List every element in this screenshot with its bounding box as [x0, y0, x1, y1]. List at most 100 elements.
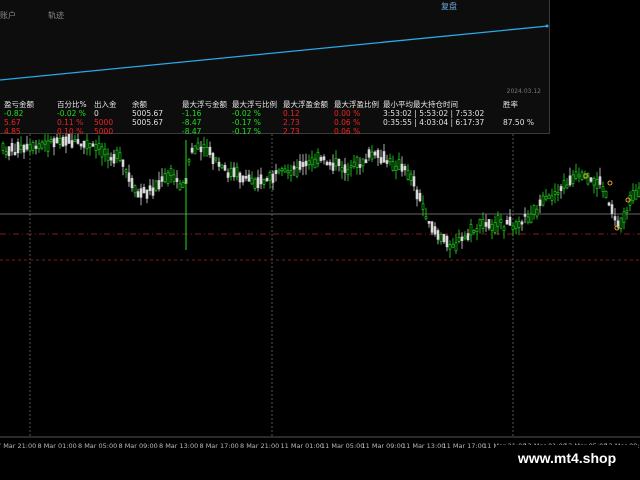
candle-bear — [136, 191, 140, 198]
candle-bear — [445, 235, 449, 248]
candle-bull — [439, 234, 443, 242]
candle-bear — [211, 152, 215, 165]
candle-bear — [367, 149, 371, 158]
candle-bear — [382, 151, 386, 163]
candle-bull — [577, 174, 581, 178]
candle-bear — [328, 161, 332, 166]
candle-bull — [202, 143, 206, 149]
candle-bull — [421, 203, 425, 210]
candle-bear — [436, 230, 440, 240]
candle-bull — [169, 168, 173, 176]
candle-bear — [559, 186, 563, 191]
candle-bear — [385, 160, 389, 164]
candle-bull — [193, 145, 197, 155]
candle-bear — [589, 177, 593, 182]
candle-bull — [499, 219, 503, 223]
candle-bull — [388, 158, 392, 163]
candle-bull — [85, 139, 89, 150]
candle-bear — [82, 140, 86, 148]
row1-max-float-loss: -8.47 — [182, 118, 202, 127]
row0-max-float-profit-pct: 0.00 % — [334, 109, 361, 118]
candle-bear — [271, 173, 275, 183]
trade-marker — [607, 180, 613, 186]
time-axis-label: 11 Mar 05:00 — [321, 442, 365, 450]
candle-bull — [289, 170, 293, 176]
row0-hold-time: 3:53:02 | 5:53:02 | 7:53:02 — [383, 109, 485, 118]
candle-bull — [547, 194, 551, 199]
candle-bear — [484, 222, 488, 227]
candle-bear — [148, 185, 152, 192]
candle-bull — [334, 158, 338, 167]
candle-bear — [109, 157, 113, 161]
candle-bull — [220, 164, 224, 169]
candle-bear — [10, 142, 14, 152]
candle-bear — [121, 159, 125, 167]
candle-bull — [397, 158, 401, 170]
candle-bull — [457, 237, 461, 242]
candle-bear — [301, 162, 305, 167]
candle-bull — [580, 171, 584, 180]
panel-date: 2024.03.12 — [506, 88, 541, 95]
candle-bull — [352, 161, 356, 167]
candle-bear — [466, 233, 470, 241]
row2-pct: 0.10 % — [57, 127, 84, 136]
candle-bull — [604, 190, 608, 198]
candle-bull — [349, 165, 353, 169]
candle-bull — [115, 149, 119, 159]
candle-bull — [97, 143, 101, 150]
row0-io: 0 — [94, 109, 99, 118]
candle-bear — [343, 164, 347, 173]
candle-bull — [268, 172, 272, 181]
row0-balance: 5005.67 — [132, 109, 164, 118]
candle-bull — [214, 157, 218, 161]
candle-bull — [502, 226, 506, 231]
candle-bull — [280, 168, 284, 172]
candle-bear — [226, 172, 230, 178]
candle-bull — [406, 170, 410, 180]
candle-bull — [118, 152, 122, 161]
row2-max-float-profit: 2.73 — [283, 127, 300, 136]
candle-bull — [391, 161, 395, 171]
candle-bull — [448, 244, 452, 250]
row2-io: 5000 — [94, 127, 114, 136]
candle-bull — [565, 184, 569, 189]
candle-bull — [619, 217, 623, 229]
candle-bull — [496, 215, 500, 227]
candle-bear — [568, 175, 572, 186]
candle-bear — [157, 180, 161, 190]
candle-bear — [403, 166, 407, 171]
candle-bull — [94, 144, 98, 151]
candle-bull — [187, 159, 191, 163]
candle-bull — [631, 190, 635, 202]
candle-bear — [52, 138, 56, 148]
row0-max-float-loss: -1.16 — [182, 109, 202, 118]
replay-stats-panel: 账户 轨迹 复盘 2024.03.12 盈亏金额 百分比% 出入金 余额 最大浮… — [0, 0, 550, 136]
candle-bull — [283, 168, 287, 173]
candle-bull — [235, 166, 239, 178]
candle-bull — [463, 235, 467, 239]
time-axis-label: 8 Mar 05:00 — [78, 442, 118, 450]
candle-bear — [412, 176, 416, 187]
candle-bear — [538, 199, 542, 206]
candle-bull — [196, 142, 200, 150]
candle-bear — [415, 189, 419, 200]
candle-bear — [217, 161, 221, 167]
candle-bear — [400, 163, 404, 172]
candle-bear — [373, 151, 377, 156]
time-axis-label: 8 Mar 09:00 — [118, 442, 158, 450]
candle-bear — [64, 136, 68, 146]
time-axis-label: 8 Mar 13:00 — [159, 442, 199, 450]
candle-bear — [16, 141, 20, 154]
candle-bull — [106, 153, 110, 162]
candle-bull — [31, 142, 35, 151]
candle-bear — [25, 143, 29, 150]
candle-bear — [91, 143, 95, 147]
row0-max-float-loss-pct: -0.02 % — [232, 109, 261, 118]
candle-bull — [595, 179, 599, 189]
candle-bull — [571, 174, 575, 185]
candle-bull — [517, 221, 521, 228]
time-axis-label: 8 Mar 01:00 — [37, 442, 77, 450]
candle-bull — [592, 178, 596, 186]
candle-bull — [4, 151, 8, 155]
candle-bull — [250, 177, 254, 185]
